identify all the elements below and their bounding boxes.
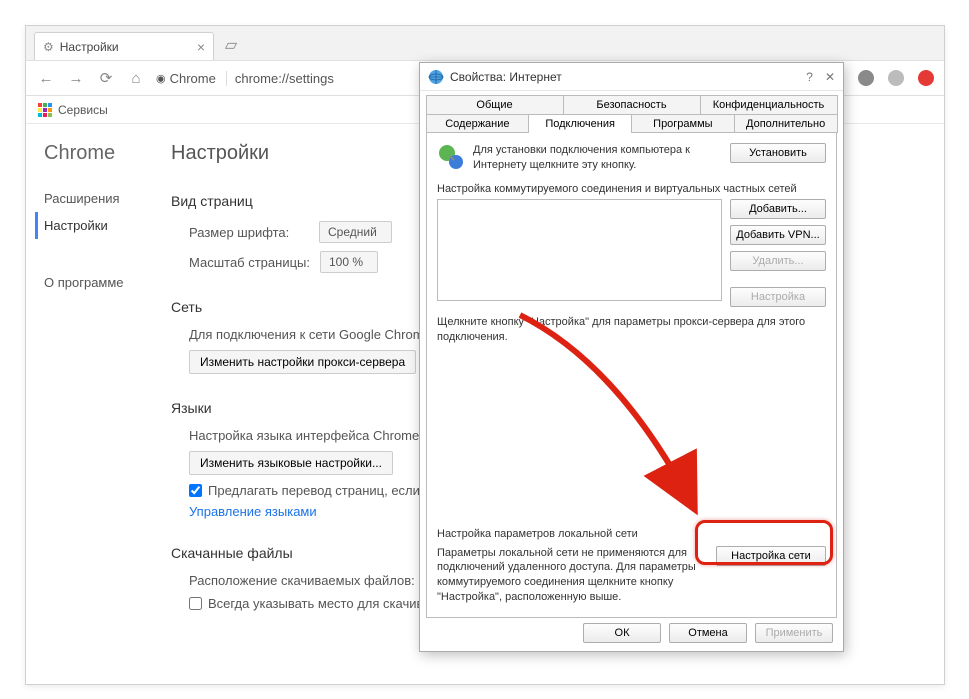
dial-group-label: Настройка коммутируемого соединения и ви… [437, 183, 826, 195]
tab-privacy[interactable]: Конфиденциальность [700, 95, 838, 114]
tab-security[interactable]: Безопасность [563, 95, 701, 114]
apps-icon[interactable] [38, 103, 52, 117]
gear-icon: ⚙ [43, 40, 54, 54]
manage-languages-link[interactable]: Управление языками [189, 504, 317, 519]
back-icon[interactable]: ← [36, 70, 56, 87]
add-vpn-button[interactable]: Добавить VPN... [730, 225, 826, 245]
chip-text: Chrome [170, 71, 216, 86]
connection-list[interactable] [437, 199, 722, 301]
internet-properties-dialog: Свойства: Интернет ? ✕ Общие Безопасност… [419, 62, 844, 652]
sidebar-item-about[interactable]: О программе [44, 269, 171, 296]
tab-advanced[interactable]: Дополнительно [734, 114, 838, 133]
help-icon[interactable]: ? [806, 70, 813, 84]
extension-icon-2[interactable] [888, 70, 904, 86]
dialog-footer: ОК Отмена Применить [583, 623, 833, 643]
font-size-label: Размер шрифта: [189, 225, 309, 240]
tab-strip: ⚙ Настройки × ▱ [26, 26, 944, 60]
proxy-hint: Щелкните кнопку "Настройка" для параметр… [437, 315, 826, 345]
home-icon[interactable]: ⌂ [126, 70, 146, 87]
chrome-icon: ◉ [156, 72, 166, 85]
ok-button[interactable]: ОК [583, 623, 661, 643]
zoom-label: Масштаб страницы: [189, 255, 310, 270]
tab-content[interactable]: Содержание [426, 114, 530, 133]
tab-label: Настройки [60, 40, 119, 54]
always-ask-label: Всегда указывать место для скачивания [208, 596, 452, 611]
sidebar-item-extensions[interactable]: Расширения [44, 185, 171, 212]
always-ask-checkbox[interactable] [189, 597, 202, 610]
translate-checkbox[interactable] [189, 484, 202, 497]
new-tab-icon[interactable]: ▱ [220, 35, 242, 57]
lan-section: Настройка параметров локальной сети Пара… [437, 528, 826, 605]
reload-icon[interactable]: ⟳ [96, 69, 116, 87]
extension-icon-3[interactable] [918, 70, 934, 86]
bookmarks-label[interactable]: Сервисы [58, 103, 108, 117]
add-button[interactable]: Добавить... [730, 199, 826, 219]
lan-settings-button[interactable]: Настройка сети [716, 546, 826, 566]
lan-text: Параметры локальной сети не применяются … [437, 546, 706, 605]
sidebar-item-settings[interactable]: Настройки [35, 212, 171, 239]
setup-button[interactable]: Установить [730, 143, 826, 163]
tab-close-icon[interactable]: × [197, 39, 205, 55]
lang-settings-button[interactable]: Изменить языковые настройки... [189, 451, 393, 475]
lan-label: Настройка параметров локальной сети [437, 528, 826, 540]
url-text: chrome://settings [235, 71, 334, 86]
translate-label: Предлагать перевод страниц, если [208, 483, 420, 498]
dialog-titlebar[interactable]: Свойства: Интернет ? ✕ [420, 63, 843, 91]
tab-settings[interactable]: ⚙ Настройки × [34, 32, 214, 60]
site-chip: ◉ Chrome [156, 71, 227, 86]
tab-connections[interactable]: Подключения [528, 114, 632, 133]
dialog-close-icon[interactable]: ✕ [825, 70, 835, 84]
proxy-settings-button[interactable]: Изменить настройки прокси-сервера [189, 350, 416, 374]
cancel-button[interactable]: Отмена [669, 623, 747, 643]
network-desc: Для подключения к сети Google Chrom [189, 327, 424, 342]
setup-text: Для установки подключения компьютера к И… [473, 143, 722, 173]
apply-button: Применить [755, 623, 833, 643]
brand-title: Chrome [44, 142, 171, 165]
globe-icon [428, 69, 444, 85]
lang-desc: Настройка языка интерфейса Chrome и [189, 428, 430, 443]
dialog-tabs: Общие Безопасность Конфиденциальность Со… [420, 91, 843, 133]
download-loc-label: Расположение скачиваемых файлов: [189, 573, 415, 588]
tab-programs[interactable]: Программы [631, 114, 735, 133]
font-size-select[interactable]: Средний [319, 221, 392, 243]
dialog-title: Свойства: Интернет [450, 70, 562, 84]
conn-settings-button: Настройка [730, 287, 826, 307]
remove-button: Удалить... [730, 251, 826, 271]
forward-icon[interactable]: → [66, 70, 86, 87]
extension-icon-1[interactable] [858, 70, 874, 86]
connection-icon [437, 143, 465, 171]
sidebar: Chrome Расширения Настройки О программе [26, 124, 171, 684]
tab-general[interactable]: Общие [426, 95, 564, 114]
dialog-panel: Для установки подключения компьютера к И… [426, 132, 837, 618]
zoom-select[interactable]: 100 % [320, 251, 378, 273]
